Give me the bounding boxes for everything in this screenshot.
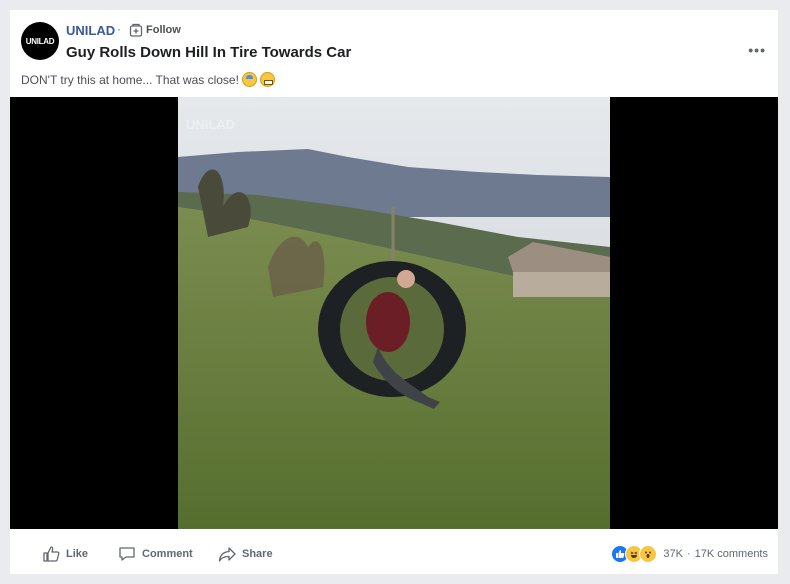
house-wall <box>513 272 610 297</box>
page-name-link[interactable]: UNILAD <box>66 23 115 38</box>
person-hand <box>397 270 415 288</box>
like-button[interactable]: Like <box>42 545 88 563</box>
follow-icon <box>129 23 143 37</box>
video-watermark: UNILAD <box>186 117 236 132</box>
video-player[interactable]: UNILAD <box>10 97 778 529</box>
video-scene <box>178 97 610 529</box>
avatar[interactable]: UNILAD <box>21 22 59 60</box>
grimace-emoji-icon <box>259 72 275 87</box>
reactions-count: 37K <box>663 548 683 560</box>
avatar-text: UNILAD <box>25 36 55 46</box>
post-card: UNILAD UNILAD · Follow Guy Rolls Down Hi… <box>10 10 778 574</box>
caption-text: DON'T try this at home... That was close… <box>21 72 239 87</box>
follow-label: Follow <box>146 24 181 36</box>
action-bar: Like Comment Share 37K · 17K comments <box>10 540 778 570</box>
follow-button[interactable]: Follow <box>129 23 181 37</box>
person-torso <box>366 292 410 352</box>
video-frame: UNILAD <box>178 97 610 529</box>
fear-emoji-icon <box>241 72 257 87</box>
stats-separator: · <box>686 548 691 560</box>
wow-reaction-icon <box>639 545 658 563</box>
comment-button[interactable]: Comment <box>118 545 193 563</box>
post-caption: DON'T try this at home... That was close… <box>21 72 275 87</box>
share-button[interactable]: Share <box>218 545 273 563</box>
more-options-button[interactable]: ••• <box>748 42 766 58</box>
share-label: Share <box>242 548 273 560</box>
reactions-summary[interactable]: 37K · 17K comments <box>611 545 768 563</box>
separator-dot: · <box>117 22 121 36</box>
comment-label: Comment <box>142 548 193 560</box>
comments-count[interactable]: 17K comments <box>695 548 768 560</box>
post-title[interactable]: Guy Rolls Down Hill In Tire Towards Car <box>66 44 351 61</box>
like-icon <box>43 546 60 562</box>
comment-icon <box>119 547 135 561</box>
like-label: Like <box>66 548 89 560</box>
share-icon <box>218 547 236 562</box>
